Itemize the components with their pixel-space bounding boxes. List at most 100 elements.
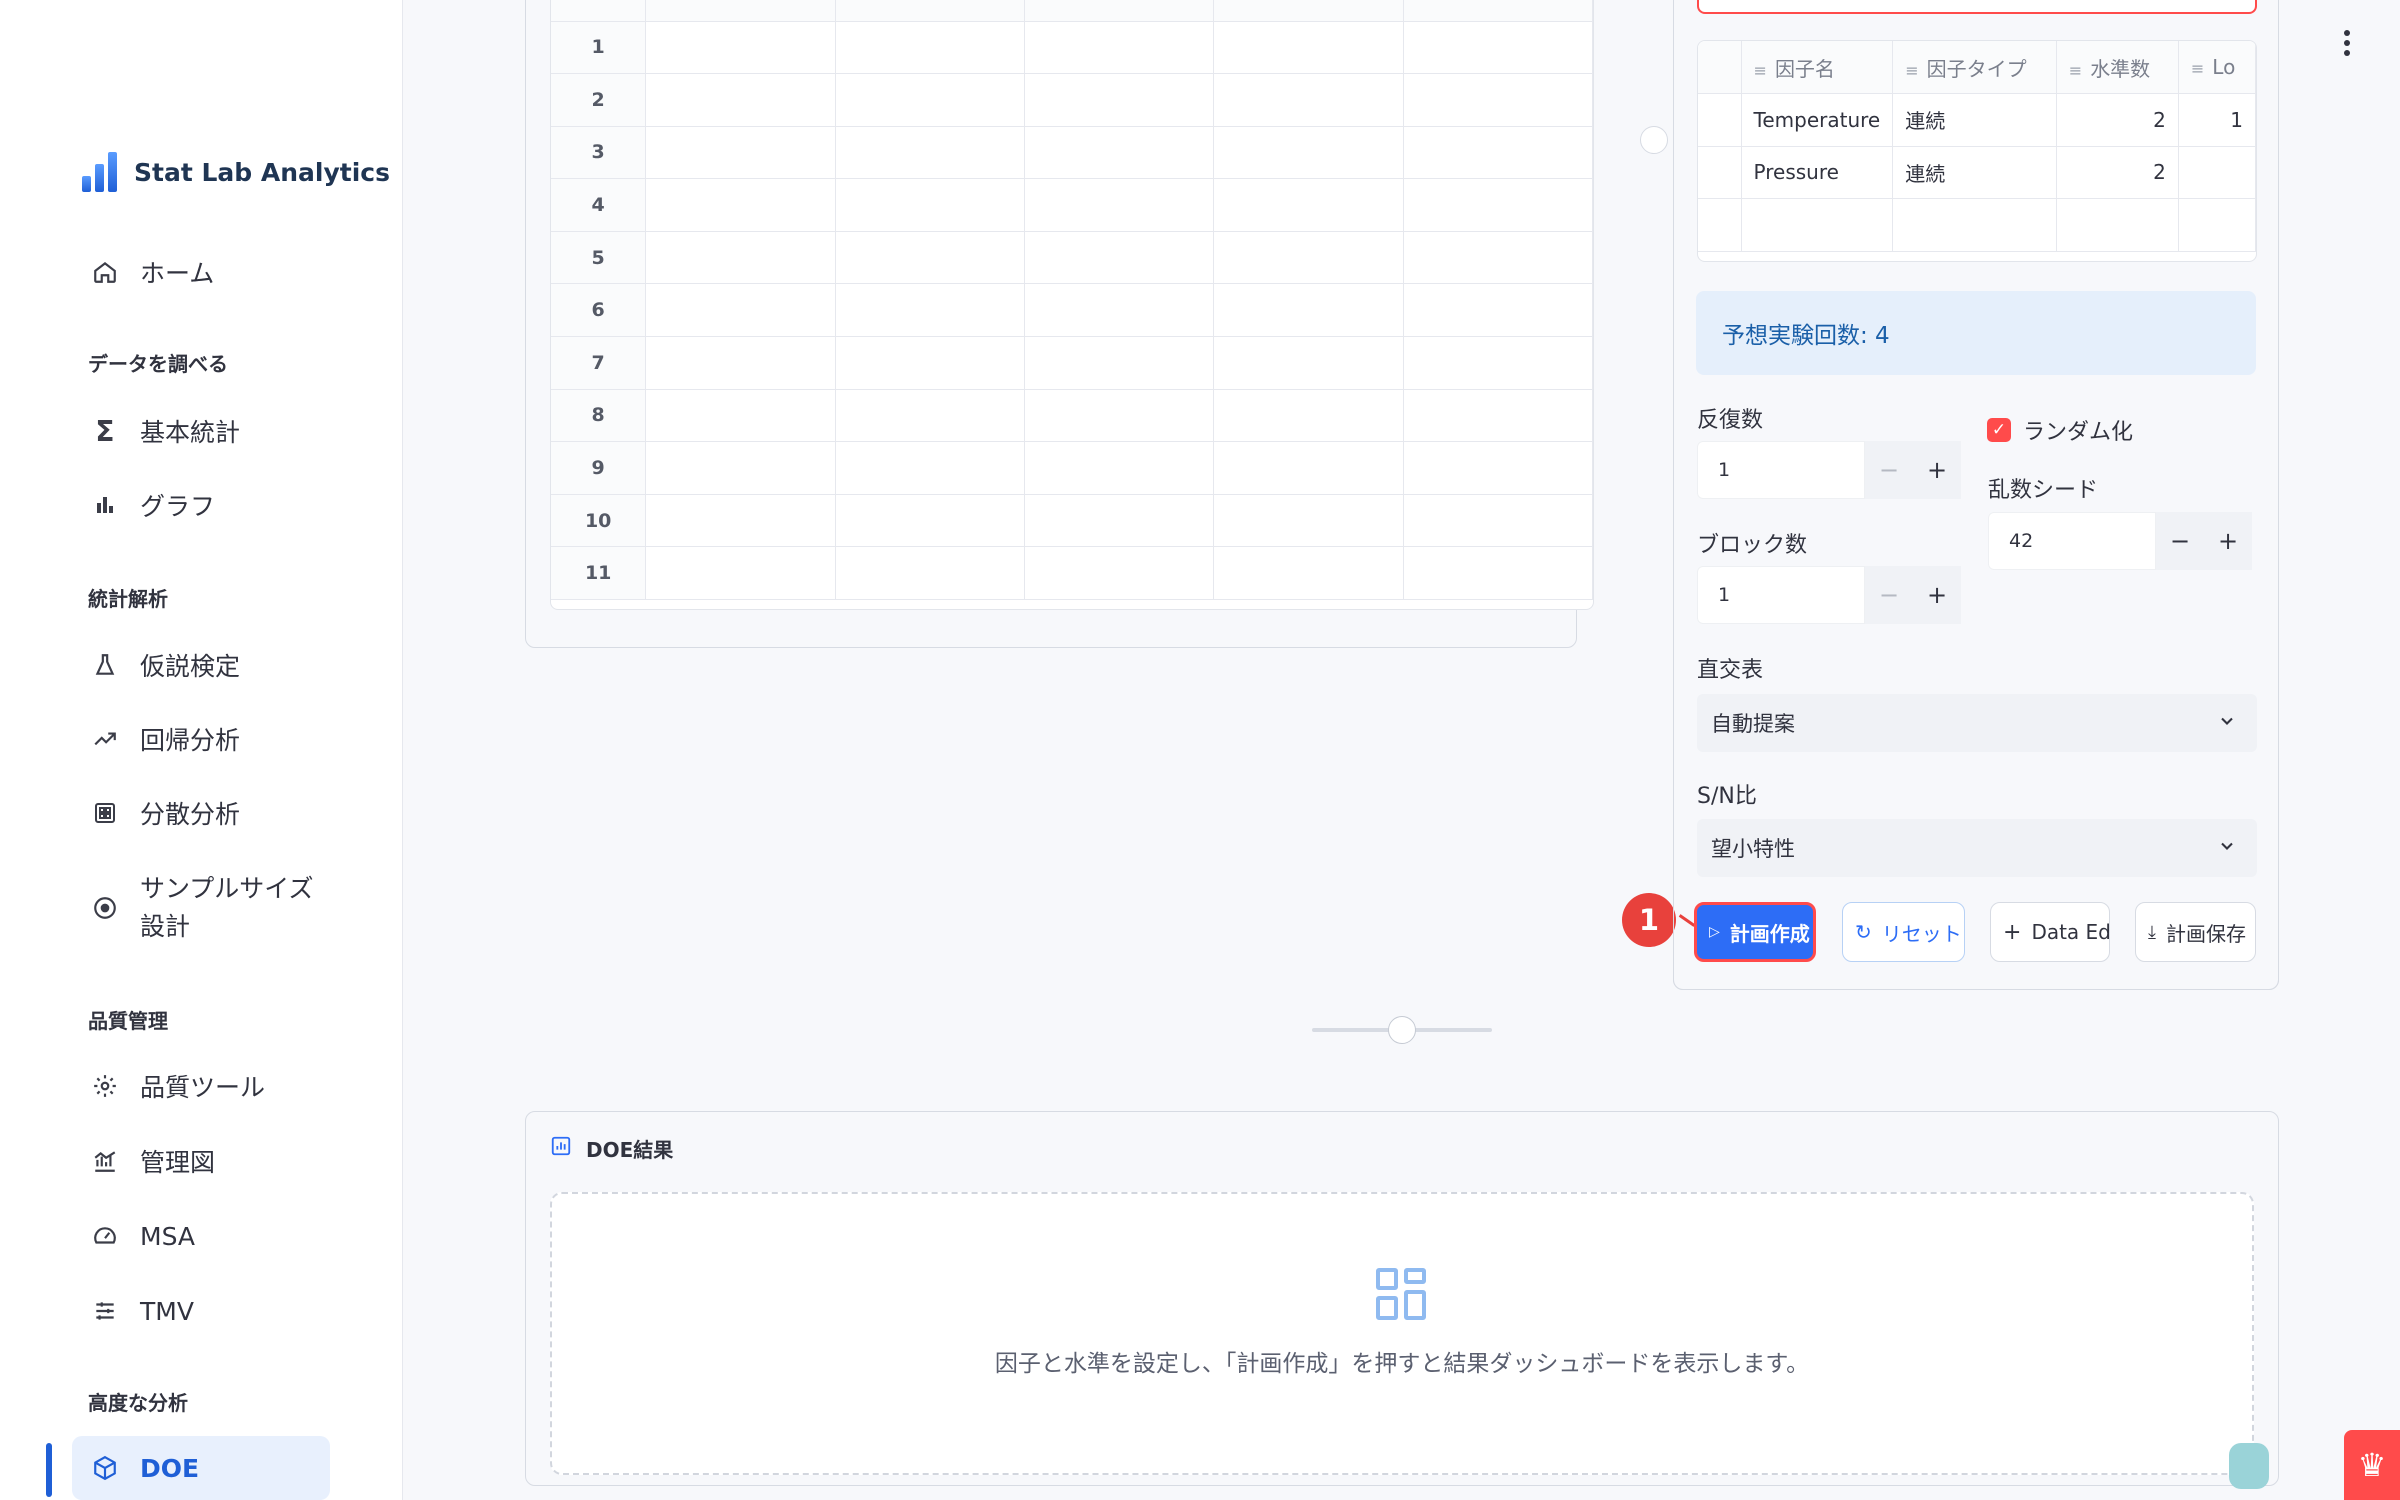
grid-cell[interactable] — [835, 178, 1025, 232]
sidebar-item-tmv[interactable]: TMV — [72, 1279, 330, 1343]
grid-cell[interactable] — [1403, 494, 1593, 548]
factor-levels-cell[interactable]: 2 — [2056, 146, 2179, 199]
grid-cell[interactable] — [835, 441, 1025, 495]
factor-type-cell[interactable]: 連続 — [1892, 93, 2057, 147]
table-row[interactable]: 1 — [551, 21, 1593, 75]
grid-cell[interactable] — [645, 73, 836, 127]
grid-cell[interactable] — [835, 231, 1025, 285]
more-options-icon[interactable] — [2344, 30, 2352, 60]
sidebar-item-quality-tools[interactable]: 品質ツール — [72, 1054, 330, 1118]
column-header[interactable]: ≡ 因子名 — [1741, 41, 1894, 94]
factor-table[interactable]: ≡ 因子名 ≡ 因子タイプ ≡ 水準数 ≡ Lo Temperature 連続 2 1 … — [1697, 40, 2257, 262]
blocks-stepper[interactable]: 1 − + — [1697, 566, 1961, 624]
seed-input[interactable]: 42 — [1988, 512, 2156, 570]
grid-cell[interactable] — [1403, 389, 1593, 443]
grid-cell[interactable] — [1213, 336, 1404, 390]
grid-cell[interactable] — [1213, 21, 1404, 75]
increment-button[interactable]: + — [1913, 566, 1961, 624]
factor-low-cell[interactable] — [2178, 146, 2256, 199]
table-row[interactable]: Temperature 連続 2 1 — [1698, 93, 2256, 147]
grid-cell[interactable] — [645, 494, 836, 548]
table-row[interactable]: 11 — [551, 546, 1593, 601]
grid-cell[interactable] — [835, 21, 1025, 75]
grid-cell[interactable] — [1403, 126, 1593, 180]
grid-cell[interactable] — [1403, 336, 1593, 390]
grid-cell[interactable] — [1403, 73, 1593, 127]
sidebar-item-msa[interactable]: MSA — [72, 1204, 330, 1268]
table-row[interactable]: 8 — [551, 389, 1593, 443]
grid-cell[interactable] — [835, 283, 1025, 338]
grid-cell[interactable] — [645, 441, 836, 495]
grid-cell[interactable] — [645, 126, 836, 180]
decrement-button[interactable]: − — [2156, 512, 2204, 570]
grid-cell[interactable] — [1213, 231, 1404, 285]
grid-cell[interactable] — [1024, 441, 1215, 495]
blocks-input[interactable]: 1 — [1697, 566, 1865, 624]
column-header[interactable] — [1024, 0, 1215, 22]
grid-cell[interactable] — [1024, 231, 1215, 285]
grid-cell[interactable] — [1403, 283, 1593, 338]
table-row[interactable]: 3 — [551, 126, 1593, 180]
sidebar-item-doe[interactable]: DOE — [72, 1436, 330, 1500]
panel-splitter-handle[interactable] — [1640, 126, 1668, 154]
grid-cell[interactable] — [1213, 178, 1404, 232]
brand[interactable]: Stat Lab Analytics — [82, 152, 390, 192]
sidebar-item-graph[interactable]: グラフ — [72, 473, 330, 537]
increment-button[interactable]: + — [2204, 512, 2252, 570]
sidebar-item-anova[interactable]: 分散分析 — [72, 781, 330, 845]
sidebar-item-regression[interactable]: 回帰分析 — [72, 707, 330, 771]
table-row[interactable]: 10 — [551, 494, 1593, 548]
grid-cell[interactable] — [835, 389, 1025, 443]
column-header[interactable] — [1403, 0, 1593, 22]
grid-cell[interactable] — [1024, 73, 1215, 127]
factor-type-cell[interactable]: 連続 — [1892, 146, 2057, 199]
grid-cell[interactable] — [1403, 231, 1593, 285]
grid-cell[interactable] — [835, 494, 1025, 548]
grid-cell[interactable] — [1024, 283, 1215, 338]
table-row[interactable]: Pressure 連続 2 — [1698, 146, 2256, 199]
decrement-button[interactable]: − — [1865, 566, 1913, 624]
grid-cell[interactable] — [1213, 73, 1404, 127]
grid-cell[interactable] — [1213, 126, 1404, 180]
grid-cell[interactable] — [645, 336, 836, 390]
grid-cell[interactable] — [1024, 336, 1215, 390]
factor-low-cell[interactable]: 1 — [2178, 93, 2256, 147]
sidebar-item-control-chart[interactable]: 管理図 — [72, 1129, 330, 1193]
grid-cell[interactable] — [835, 73, 1025, 127]
table-row[interactable]: 4 — [551, 178, 1593, 232]
column-header[interactable]: ≡ 水準数 — [2056, 41, 2179, 94]
grid-cell[interactable] — [1024, 126, 1215, 180]
replicates-input[interactable]: 1 — [1697, 441, 1865, 499]
sidebar-item-basic-stats[interactable]: Σ 基本統計 — [72, 399, 330, 463]
increment-button[interactable]: + — [1913, 441, 1961, 499]
crown-icon[interactable]: ♛ — [2344, 1430, 2400, 1500]
grid-cell[interactable] — [645, 546, 836, 601]
grid-cell[interactable] — [1024, 546, 1215, 601]
grid-cell[interactable] — [645, 283, 836, 338]
grid-cell[interactable] — [1403, 441, 1593, 495]
column-header[interactable] — [1213, 0, 1404, 22]
grid-cell[interactable] — [645, 231, 836, 285]
grid-cell[interactable] — [645, 389, 836, 443]
table-row[interactable]: 2 — [551, 73, 1593, 127]
grid-cell[interactable] — [1213, 389, 1404, 443]
sidebar-item-home[interactable]: ホーム — [72, 240, 330, 304]
grid-cell[interactable] — [835, 126, 1025, 180]
data-grid[interactable]: 1 2 3 4 5 6 7 8 9 10 11 — [550, 0, 1594, 610]
grid-cell[interactable] — [1213, 546, 1404, 601]
grid-cell[interactable] — [645, 21, 836, 75]
replicates-stepper[interactable]: 1 − + — [1697, 441, 1961, 499]
grid-cell[interactable] — [1213, 283, 1404, 338]
grid-cell[interactable] — [1403, 546, 1593, 601]
assistant-bot-icon[interactable] — [2229, 1443, 2269, 1489]
grid-cell[interactable] — [1403, 21, 1593, 75]
table-row[interactable]: 7 — [551, 336, 1593, 390]
layout-slider-handle[interactable] — [1388, 1016, 1416, 1044]
grid-cell[interactable] — [1024, 494, 1215, 548]
grid-cell[interactable] — [1213, 494, 1404, 548]
grid-cell[interactable] — [1403, 178, 1593, 232]
sidebar-item-hypothesis[interactable]: 仮説検定 — [72, 633, 330, 697]
grid-cell[interactable] — [835, 546, 1025, 601]
grid-cell[interactable] — [1024, 21, 1215, 75]
decrement-button[interactable]: − — [1865, 441, 1913, 499]
